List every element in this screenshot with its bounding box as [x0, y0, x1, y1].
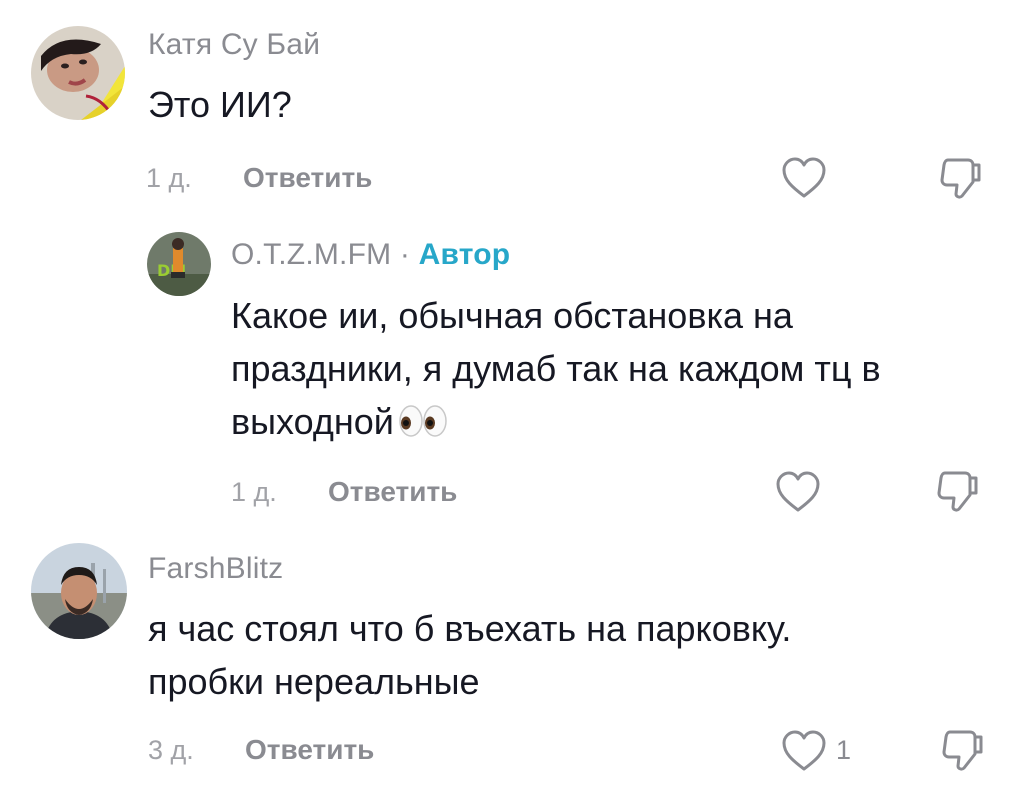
comment-text-line: праздники, я думаб так на каждом тц в [231, 348, 881, 389]
like-button[interactable] [780, 729, 828, 773]
comment-text: я час стоял что б въехать на парковку. п… [148, 602, 791, 708]
author-username[interactable]: O.T.Z.M.FM [231, 238, 391, 271]
eyes-emoji [398, 399, 448, 452]
comment-text-line: пробки нереальные [148, 661, 480, 702]
comment-text-line: выходной 👀 [231, 395, 881, 452]
avatar[interactable] [31, 543, 127, 639]
thumb-down-outline-icon [937, 471, 978, 512]
like-button[interactable] [774, 470, 822, 514]
heart-outline-icon [776, 471, 820, 512]
heart-outline-icon [782, 730, 826, 771]
comment-text-line: Какое ии, обычная обстановка на [231, 295, 793, 336]
comment-item: FarshBlitz я час стоял что б въехать на … [0, 530, 1024, 797]
comment-text-line-content: выходной [231, 401, 394, 442]
avatar[interactable] [31, 26, 125, 120]
comment-text: Это ИИ? [148, 78, 292, 131]
comment-text-line: Это ИИ? [148, 84, 292, 125]
thumb-down-outline-icon [940, 158, 981, 199]
comment-text-line: я час стоял что б въехать на парковку. [148, 608, 792, 649]
author-badge: Автор [418, 238, 511, 271]
comment-username[interactable]: FarshBlitz [148, 552, 283, 586]
avatar[interactable]: DM [147, 232, 211, 296]
comment-time: 1 д. [231, 477, 277, 507]
dislike-button[interactable] [935, 469, 981, 515]
dislike-button[interactable] [940, 728, 986, 774]
dislike-button[interactable] [938, 156, 984, 202]
comment-reply-item: DM O.T.Z.M.FM · Автор Какое ии, обычная … [0, 215, 1024, 530]
reply-button[interactable]: Ответить [245, 734, 374, 766]
reply-button[interactable]: Ответить [328, 476, 457, 508]
comment-item: Катя Су Бай Это ИИ? 1 д. Ответить [0, 0, 1024, 215]
comment-username[interactable]: Катя Су Бай [148, 28, 320, 62]
thumb-down-outline-icon [942, 730, 983, 771]
heart-outline-icon [782, 157, 826, 198]
comment-time: 1 д. [146, 163, 192, 193]
reply-button[interactable]: Ответить [243, 162, 372, 194]
comments-thread: Катя Су Бай Это ИИ? 1 д. Ответить DM O.T… [0, 0, 1024, 797]
like-button[interactable] [780, 156, 828, 200]
separator-dot: · [399, 238, 411, 271]
like-count: 1 [836, 735, 852, 765]
comment-username: O.T.Z.M.FM · Автор [231, 238, 510, 272]
comment-text: Какое ии, обычная обстановка на праздник… [231, 289, 881, 452]
eyes-icon [399, 405, 447, 437]
comment-time: 3 д. [148, 735, 194, 765]
